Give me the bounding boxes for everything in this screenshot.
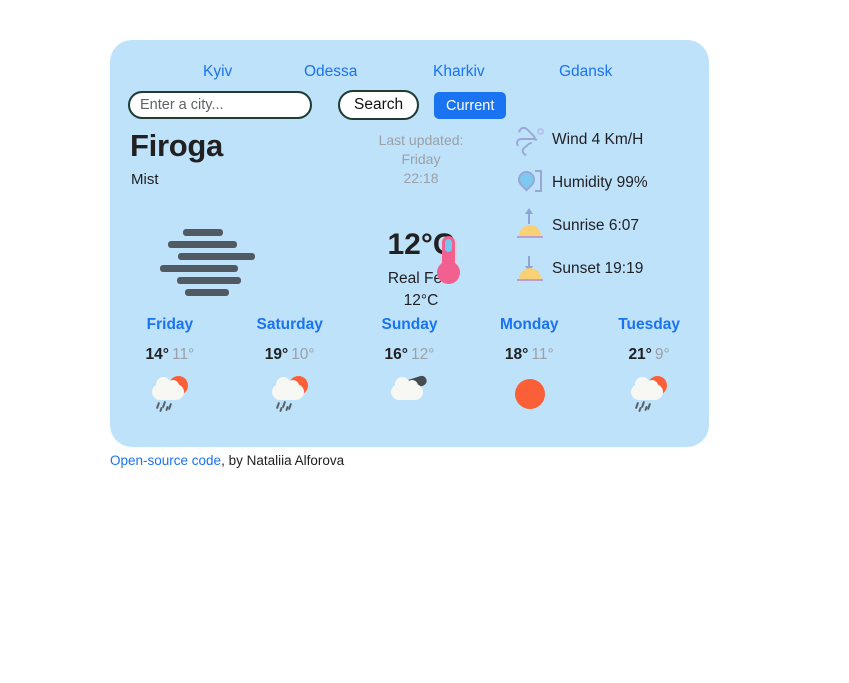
detail-row-humidity: Humidity 99% (514, 161, 705, 204)
sun-rain-icon (147, 376, 193, 414)
search-button[interactable]: Search (338, 90, 420, 120)
forecast-day-saturday: Saturday 19° 10° (230, 316, 350, 414)
current-temperature: 12°C (387, 228, 455, 261)
city-link-kharkiv[interactable]: Kharkiv (433, 60, 485, 84)
forecast-temps: 21° 9° (589, 346, 709, 364)
footer: Open-source code, by Nataliia Alforova (110, 453, 344, 468)
forecast-max: 16° (384, 346, 408, 363)
sun-rain-icon (626, 376, 672, 414)
cloud-icon (386, 374, 432, 414)
forecast-day-monday: Monday 18° 11° (469, 316, 589, 414)
city-nav: Kyiv Odessa Kharkiv Gdansk (110, 60, 709, 84)
real-feel-label: Real Feel (387, 270, 455, 287)
forecast-temps: 14° 11° (110, 346, 230, 364)
forecast-min: 10° (291, 346, 315, 363)
forecast-max: 18° (504, 346, 529, 363)
fog-icon (150, 225, 262, 297)
forecast-day-name: Friday (146, 316, 194, 333)
forecast-day-tuesday: Tuesday 21° 9° (589, 316, 709, 414)
forecast-day-name: Tuesday (618, 316, 680, 333)
open-source-link[interactable]: Open-source code (110, 453, 221, 468)
detail-row-sunrise: Sunrise 6:07 (515, 204, 705, 247)
last-updated-day: Friday (401, 151, 441, 167)
humidity-value: Humidity 99% (552, 173, 648, 191)
thermometer-icon (432, 236, 464, 288)
forecast-max: 14° (145, 346, 169, 363)
forecast-max: 19° (264, 346, 289, 363)
detail-row-sunset: Sunset 19:19 (515, 247, 705, 290)
current-location-button[interactable]: Current (434, 92, 507, 119)
real-feel-value: 12°C (403, 292, 439, 309)
forecast-temps: 16° 12° (350, 346, 470, 364)
city-link-kyiv[interactable]: Kyiv (203, 60, 232, 84)
real-feel: Real Feel 12°C (352, 268, 490, 312)
forecast-day-name: Monday (500, 316, 559, 333)
forecast-day-name: Saturday (256, 316, 323, 333)
forecast-min: 11° (171, 346, 195, 363)
sunrise-icon (515, 207, 545, 241)
wind-icon (515, 124, 545, 158)
forecast-max: 21° (628, 346, 652, 363)
forecast-day-name: Sunday (381, 316, 438, 333)
wind-value: Wind 4 Km/H (552, 130, 644, 148)
weather-details: Wind 4 Km/H Humidity 99% Sunrise 6:07 Su… (514, 118, 705, 290)
forecast-min: 9° (654, 346, 670, 363)
forecast-temps: 19° 10° (230, 346, 350, 364)
current-weather-description: Mist (131, 171, 159, 188)
last-updated-time: 22:18 (403, 170, 439, 186)
sun-rain-icon (267, 376, 313, 414)
forecast-min: 11° (531, 346, 554, 363)
city-link-gdansk[interactable]: Gdansk (559, 60, 612, 84)
detail-row-wind: Wind 4 Km/H (515, 118, 705, 161)
weather-card: Kyiv Odessa Kharkiv Gdansk Search Curren… (110, 40, 709, 447)
weather-app: Kyiv Odessa Kharkiv Gdansk Search Curren… (0, 0, 849, 683)
humidity-icon (514, 166, 545, 198)
sunset-value: Sunset 19:19 (552, 259, 644, 277)
search-input[interactable] (128, 91, 312, 119)
sun-icon (506, 376, 552, 414)
last-updated: Last updated: Friday 22:18 (362, 131, 480, 188)
forecast-day-sunday: Sunday 16° 12° (350, 316, 470, 414)
city-link-odessa[interactable]: Odessa (304, 60, 357, 84)
forecast-temps: 18° 11° (469, 346, 589, 364)
forecast-row: Friday 14° 11° Saturday 19° 10° Sunday 1… (110, 316, 709, 414)
current-city-name: Firoga (130, 128, 223, 163)
sunrise-value: Sunrise 6:07 (552, 216, 640, 234)
sunset-icon (515, 254, 545, 284)
last-updated-label: Last updated: (378, 132, 464, 148)
footer-author: , by Nataliia Alforova (221, 453, 345, 468)
forecast-min: 12° (410, 346, 435, 363)
forecast-day-friday: Friday 14° 11° (110, 316, 230, 414)
